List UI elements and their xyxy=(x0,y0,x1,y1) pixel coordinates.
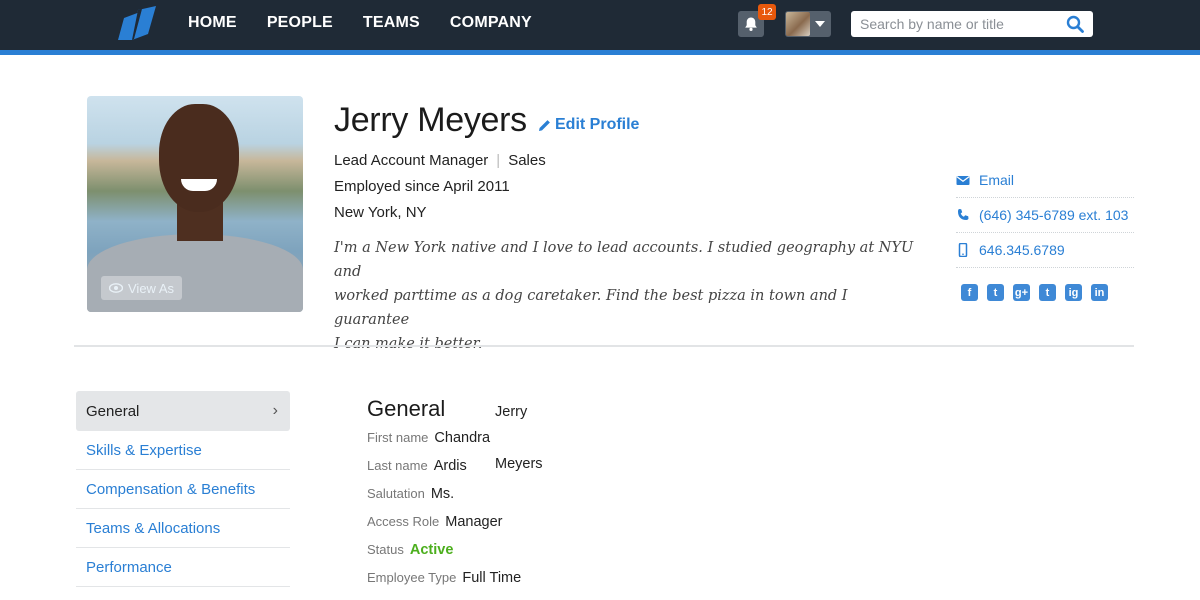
search-icon[interactable] xyxy=(1066,15,1084,33)
search-input[interactable] xyxy=(851,11,1056,37)
phone-icon xyxy=(958,208,969,220)
nav-people[interactable]: PEOPLE xyxy=(267,14,333,32)
field-label: Last name xyxy=(367,458,428,473)
eye-icon xyxy=(109,283,123,293)
field-label: First name xyxy=(367,430,429,445)
section-divider xyxy=(74,345,1134,347)
location: New York, NY xyxy=(334,204,427,221)
pencil-icon xyxy=(539,119,550,131)
status-badge: Active xyxy=(409,542,454,558)
field-value: Ardis xyxy=(433,458,467,474)
envelope-icon xyxy=(956,175,970,185)
section-title: General xyxy=(367,396,446,421)
profile-name: Jerry Meyers xyxy=(334,101,527,139)
email-link[interactable]: Email xyxy=(956,162,1134,198)
profile-sidebar: General › Skills & Expertise Compensatio… xyxy=(76,391,290,587)
sidebar-item-performance[interactable]: Performance xyxy=(76,548,290,587)
notification-count-badge: 12 xyxy=(758,4,776,20)
profile-photo: View As xyxy=(87,96,303,312)
google-plus-icon[interactable]: g+ xyxy=(1013,284,1030,301)
sidebar-item-skills[interactable]: Skills & Expertise xyxy=(76,431,290,470)
facebook-icon[interactable]: f xyxy=(961,284,978,301)
bio-line: worked parttime as a dog caretaker. Find… xyxy=(334,288,848,328)
twitter-icon[interactable]: t xyxy=(987,284,1004,301)
search-box xyxy=(851,11,1093,37)
nav-company[interactable]: COMPANY xyxy=(450,14,532,32)
field-value: Ms. xyxy=(430,486,455,502)
title-separator: | xyxy=(496,152,501,169)
field-label: Employee Type xyxy=(367,570,457,585)
linkedin-icon[interactable]: in xyxy=(1091,284,1108,301)
chevron-right-icon: › xyxy=(272,402,278,419)
nav-teams[interactable]: TEAMS xyxy=(363,14,420,32)
field-salutation: Salutation Ms. xyxy=(367,486,454,502)
phone-number: (646) 345-6789 ext. 103 xyxy=(979,206,1129,223)
bio: I'm a New York native and I love to lead… xyxy=(334,236,914,356)
mobile-phone-icon xyxy=(958,242,968,257)
sidebar-item-teams[interactable]: Teams & Allocations xyxy=(76,509,290,548)
bio-line: I can make it better. xyxy=(334,336,483,352)
field-value: Chandra xyxy=(434,430,491,446)
sidebar-item-label: General xyxy=(86,402,140,420)
sidebar-item-compensation[interactable]: Compensation & Benefits xyxy=(76,470,290,509)
first-name-display: Jerry xyxy=(495,404,528,420)
job-title: Lead Account Manager xyxy=(334,152,489,169)
last-name-display: Meyers xyxy=(495,456,543,472)
field-employee-type: Employee Type Full Time xyxy=(367,570,521,586)
topbar-accent-stripe xyxy=(0,50,1200,55)
phone-link[interactable]: (646) 345-6789 ext. 103 xyxy=(956,197,1134,233)
field-label: Status xyxy=(367,542,404,557)
view-as-label: View As xyxy=(128,280,175,296)
social-links: f t g+ t ig in xyxy=(961,284,1108,301)
sidebar-item-general[interactable]: General › xyxy=(76,391,290,431)
bell-icon xyxy=(745,17,757,31)
field-access-role: Access Role Manager xyxy=(367,514,502,530)
instagram-icon[interactable]: ig xyxy=(1065,284,1082,301)
mobile-link[interactable]: 646.345.6789 xyxy=(956,232,1134,268)
company-logo[interactable] xyxy=(118,6,158,42)
avatar xyxy=(786,12,810,36)
chevron-down-icon xyxy=(815,21,825,27)
tumblr-icon[interactable]: t xyxy=(1039,284,1056,301)
bio-line: I'm a New York native and I love to lead… xyxy=(334,240,914,280)
employed-since: Employed since April 2011 xyxy=(334,178,510,195)
email-label: Email xyxy=(979,171,1015,188)
nav-home[interactable]: HOME xyxy=(188,14,237,32)
user-menu-button[interactable] xyxy=(785,11,831,37)
field-last-name: Last name Ardis xyxy=(367,458,467,474)
job-title-line: Lead Account Manager | Sales xyxy=(334,152,546,169)
field-value: Full Time xyxy=(462,570,522,586)
view-as-button[interactable]: View As xyxy=(101,276,183,300)
field-label: Salutation xyxy=(367,486,425,501)
top-navigation-bar: HOME PEOPLE TEAMS COMPANY 12 xyxy=(0,0,1200,50)
field-status: Status Active xyxy=(367,542,453,558)
field-first-name: First name Chandra xyxy=(367,430,490,446)
edit-profile-label: Edit Profile xyxy=(555,116,640,133)
mobile-number: 646.345.6789 xyxy=(979,241,1065,258)
main-nav: HOME PEOPLE TEAMS COMPANY xyxy=(188,0,532,46)
department: Sales xyxy=(508,152,546,169)
field-value: Manager xyxy=(445,514,503,530)
edit-profile-link[interactable]: Edit Profile xyxy=(538,116,639,134)
field-label: Access Role xyxy=(367,514,440,529)
